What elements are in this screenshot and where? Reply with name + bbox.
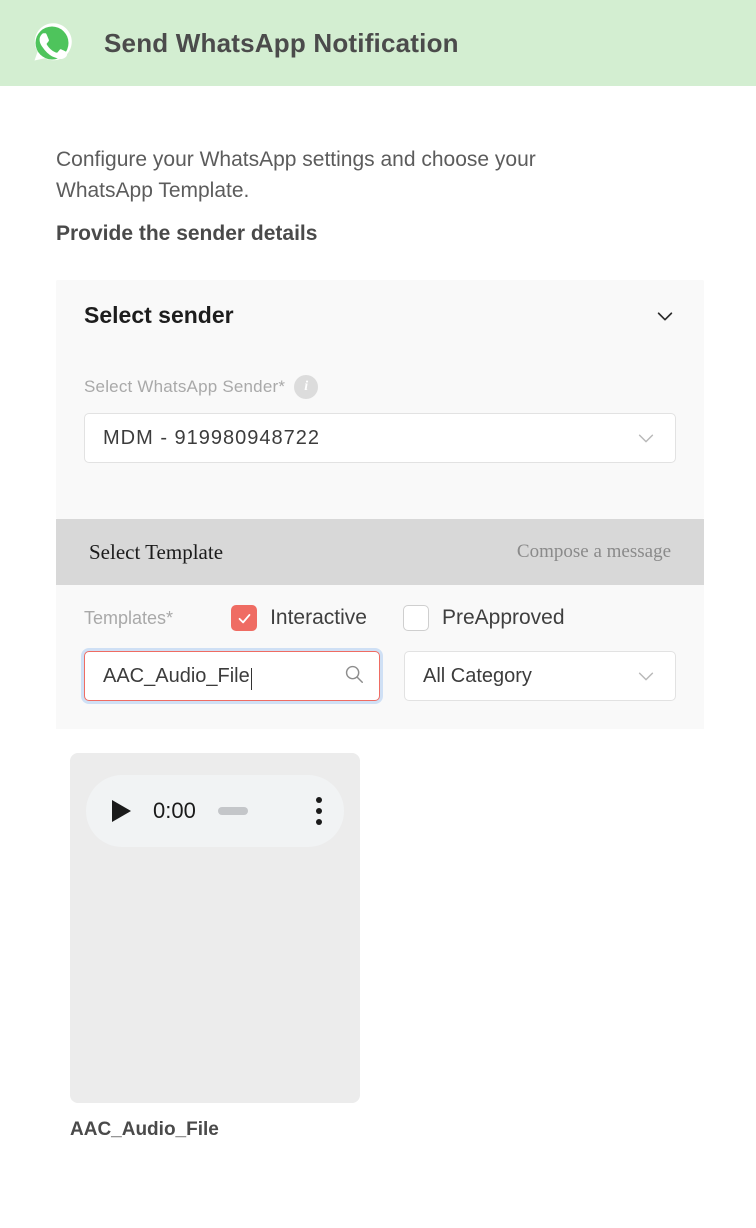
template-filter-panel: Templates* Interactive PreApproved AAC_A… [56,585,704,729]
select-template-bar[interactable]: Select Template Compose a message [56,519,704,585]
kebab-menu-icon[interactable] [316,797,322,825]
page-title: Send WhatsApp Notification [104,27,459,58]
category-select-value: All Category [423,664,532,687]
audio-player[interactable]: 0:00 [86,775,344,847]
template-filter-row: Templates* Interactive PreApproved [84,605,676,631]
select-sender-title: Select sender [84,302,234,328]
card-spacer [56,463,704,519]
checkbox-interactive[interactable]: Interactive [231,605,367,631]
preapproved-checkbox[interactable] [402,605,429,631]
section-title: Provide the sender details [56,222,318,245]
page-body: Configure your WhatsApp settings and cho… [0,144,756,729]
template-results: 0:00 AAC_Audio_File [0,753,756,1141]
preapproved-label: PreApproved [441,606,565,629]
chevron-down-icon[interactable] [635,427,657,449]
category-select[interactable]: All Category [404,651,676,701]
select-sender-card: Select sender Select WhatsApp Sender* i … [56,280,704,519]
select-template-tab[interactable]: Select Template [89,540,223,565]
play-icon[interactable] [112,800,131,822]
chevron-down-icon[interactable] [635,665,657,687]
sender-field-label: Select WhatsApp Sender* [84,377,286,396]
required-marker: * [278,377,286,396]
search-icon[interactable] [343,663,365,690]
kebab-dot [316,797,322,803]
compose-message-tab[interactable]: Compose a message [517,541,671,563]
interactive-checkbox[interactable] [231,605,258,631]
sender-select[interactable]: MDM - 919980948722 [84,413,676,463]
chevron-down-icon[interactable] [654,305,676,327]
required-marker: * [166,607,174,628]
template-search-value: AAC_Audio_File [103,665,343,691]
intro-description: Configure your WhatsApp settings and cho… [56,148,536,202]
info-icon[interactable]: i [294,375,319,399]
text-caret [250,668,252,691]
template-inputs-row: AAC_Audio_File All Category [84,651,676,701]
templates-label: Templates* [84,607,174,628]
kebab-dot [316,808,322,814]
template-card[interactable]: 0:00 [70,753,360,1103]
audio-current-time: 0:00 [153,798,196,823]
select-sender-header[interactable]: Select sender [56,280,704,335]
sender-select-value: MDM - 919980948722 [103,426,321,449]
kebab-dot [316,819,322,825]
template-name: AAC_Audio_File [70,1119,219,1140]
checkbox-preapproved[interactable]: PreApproved [402,605,565,631]
template-search-input[interactable]: AAC_Audio_File [84,651,380,701]
sender-field-label-row: Select WhatsApp Sender* i [56,335,704,399]
template-search-wrap: AAC_Audio_File [84,651,380,701]
audio-progress-bar[interactable] [217,807,248,815]
interactive-label: Interactive [270,606,367,629]
whatsapp-icon [28,19,76,67]
page-header: Send WhatsApp Notification [0,0,756,86]
